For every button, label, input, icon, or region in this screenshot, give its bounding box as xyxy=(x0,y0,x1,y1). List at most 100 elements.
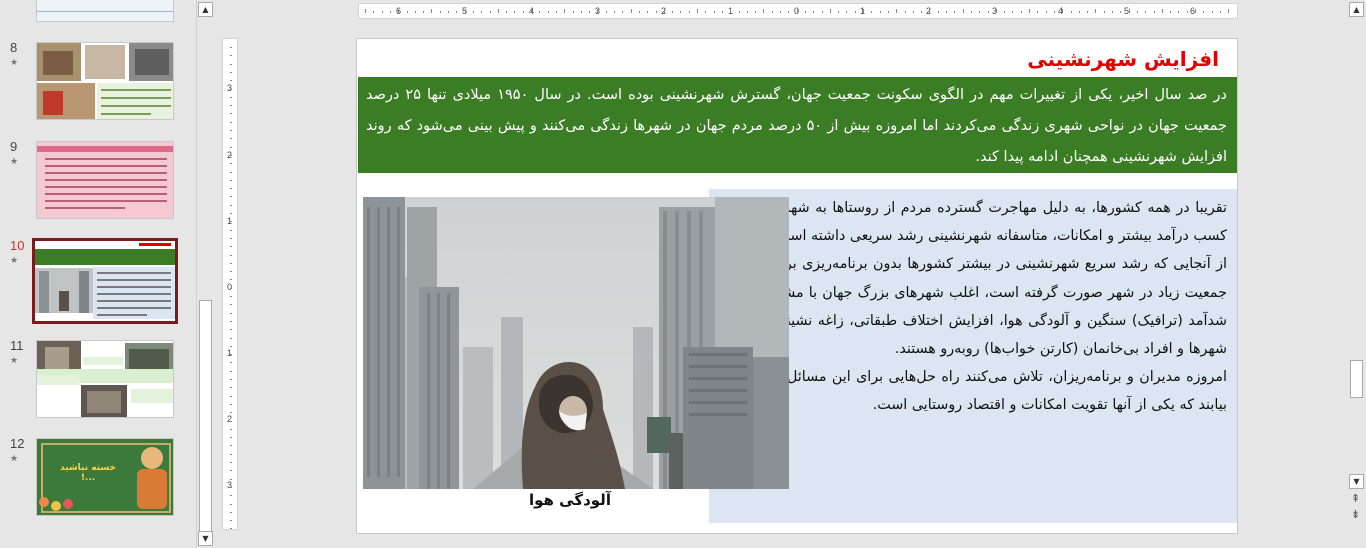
ruler-tick xyxy=(230,80,232,82)
thumb-12-label: خسته نباشید ...! xyxy=(59,463,117,483)
ruler-tick xyxy=(230,246,232,248)
ruler-tick xyxy=(230,71,232,73)
ruler-tick xyxy=(987,11,989,13)
ruler-tick xyxy=(1219,11,1221,13)
ruler-tick xyxy=(230,221,232,223)
slide-thumbnail-10[interactable] xyxy=(32,238,178,324)
intro-text-box[interactable]: در صد سال اخیر، یکی از تغییرات مهم در ال… xyxy=(358,77,1237,173)
city-smog-image xyxy=(363,197,789,489)
ruler-tick xyxy=(230,486,232,488)
ruler-tick xyxy=(655,11,657,13)
ruler-tick xyxy=(912,11,914,13)
ruler-tick xyxy=(1178,11,1180,13)
slide-thumbnail-9[interactable] xyxy=(36,141,174,219)
ruler-tick xyxy=(1020,11,1022,13)
editor-scroll-thumb[interactable] xyxy=(1350,360,1363,398)
slide-number-12: 12 xyxy=(10,436,25,451)
ruler-tick xyxy=(230,271,232,273)
ruler-tick xyxy=(713,11,715,13)
ruler-tick xyxy=(230,403,232,405)
ruler-tick xyxy=(464,9,466,13)
ruler-tick xyxy=(1228,9,1230,13)
ruler-number: 2 xyxy=(227,414,233,424)
ruler-tick xyxy=(1037,11,1039,13)
ruler-tick xyxy=(813,11,815,13)
ruler-tick xyxy=(1128,9,1130,13)
ruler-tick xyxy=(1053,11,1055,13)
ruler-tick xyxy=(230,462,232,463)
ruler-tick xyxy=(979,11,981,13)
scroll-down-icon[interactable]: ▼ xyxy=(198,531,213,546)
slide-thumbnail-11[interactable] xyxy=(36,340,174,418)
ruler-tick xyxy=(230,138,232,140)
ruler-tick xyxy=(970,11,972,13)
ruler-tick xyxy=(539,11,541,13)
ruler-tick xyxy=(423,11,425,13)
editor-scrollbar[interactable]: ▲ ▼ ⇞ ⇟ xyxy=(1348,0,1366,548)
ruler-tick xyxy=(230,163,232,165)
ruler-tick xyxy=(381,11,383,13)
body-paragraph: امروزه مدیران و برنامه‌ریزان، تلاش می‌کن… xyxy=(719,369,1227,414)
slide-thumbnail-12[interactable]: خسته نباشید ...! xyxy=(36,438,174,516)
ruler-tick xyxy=(630,9,632,13)
animation-star-icon: ★ xyxy=(10,454,19,464)
ruler-tick xyxy=(230,171,232,173)
ruler-tick xyxy=(1103,11,1105,13)
slide-number-9: 9 xyxy=(10,139,18,154)
air-pollution-photo[interactable] xyxy=(363,197,789,489)
slide-number-10: 10 xyxy=(10,238,25,253)
scroll-up-icon[interactable]: ▲ xyxy=(198,2,213,17)
ruler-tick xyxy=(962,9,964,13)
ruler-tick xyxy=(564,9,566,13)
ruler-tick xyxy=(995,9,997,13)
ruler-tick xyxy=(614,11,615,13)
next-slide-icon[interactable]: ⇟ xyxy=(1351,509,1360,520)
scroll-up-icon[interactable]: ▲ xyxy=(1349,2,1364,17)
ruler-tick xyxy=(863,9,864,13)
ruler-tick xyxy=(555,11,557,13)
ruler-tick xyxy=(522,11,524,13)
ruler-tick xyxy=(230,213,232,214)
ruler-tick xyxy=(230,254,232,256)
ruler-tick xyxy=(946,11,947,13)
ruler-tick xyxy=(230,287,232,289)
ruler-tick xyxy=(230,511,232,513)
ruler-tick xyxy=(389,11,391,13)
ruler-tick xyxy=(1004,11,1006,13)
previous-slide-icon[interactable]: ⇞ xyxy=(1351,493,1360,504)
ruler-tick xyxy=(896,9,898,13)
ruler-tick xyxy=(398,9,400,13)
ruler-tick xyxy=(887,11,889,13)
ruler-tick xyxy=(1078,11,1080,13)
ruler-tick xyxy=(230,520,232,522)
ruler-tick xyxy=(1012,11,1014,13)
ruler-tick xyxy=(1170,11,1172,13)
ruler-tick xyxy=(663,9,665,13)
scroll-down-icon[interactable]: ▼ xyxy=(1349,474,1364,489)
ruler-tick xyxy=(1112,11,1113,13)
ruler-tick xyxy=(230,370,232,372)
slide-thumbnail-8[interactable] xyxy=(36,42,174,120)
slide-title[interactable]: افزایش شهرنشینی xyxy=(1027,47,1219,71)
ruler-tick xyxy=(1203,11,1205,13)
ruler-tick xyxy=(230,387,232,389)
slide-thumbnail-7[interactable] xyxy=(36,0,174,22)
thumbnail-scroll-thumb[interactable] xyxy=(199,300,212,532)
ruler-tick xyxy=(589,11,591,13)
ruler-tick xyxy=(804,11,806,13)
ruler-tick xyxy=(771,11,773,13)
ruler-tick xyxy=(373,11,375,13)
ruler-tick xyxy=(547,11,549,13)
ruler-tick xyxy=(230,96,232,98)
ruler-tick xyxy=(954,11,956,13)
ruler-tick xyxy=(497,9,499,13)
ruler-tick xyxy=(821,11,823,13)
ruler-tick xyxy=(846,11,848,13)
animation-star-icon: ★ xyxy=(10,356,19,366)
thumbnail-scrollbar[interactable]: ▲ ▼ xyxy=(196,0,214,548)
ruler-tick xyxy=(414,11,416,13)
ruler-tick xyxy=(746,11,748,13)
ruler-tick xyxy=(230,121,232,123)
slide-canvas[interactable]: افزایش شهرنشینی در صد سال اخیر، یکی از ت… xyxy=(356,38,1238,534)
ruler-tick xyxy=(230,428,232,430)
